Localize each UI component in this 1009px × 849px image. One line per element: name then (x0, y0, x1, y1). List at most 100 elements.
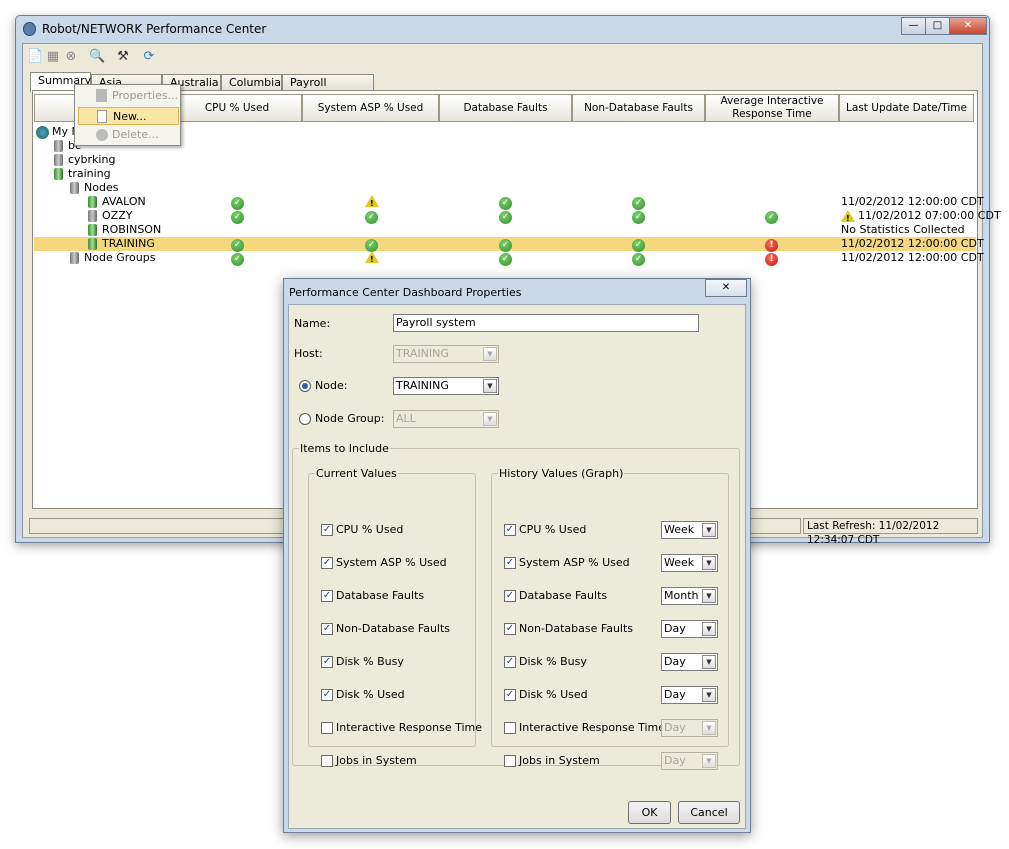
properties-dialog: Performance Center Dashboard Properties … (283, 278, 751, 833)
node-group-label: Node Group: (315, 412, 385, 425)
history-checkbox[interactable] (504, 722, 516, 734)
menu-item-properties[interactable]: Properties... (78, 87, 179, 105)
name-label: Name: (294, 317, 331, 330)
status-cell: ✓ (765, 209, 779, 224)
table-row[interactable]: OZZY ✓ ✓ ✓ ✓ ✓! 11/02/2012 07:00:00 CDT (34, 209, 1001, 224)
current-checkbox[interactable]: ✓ (321, 524, 333, 536)
tools-icon[interactable]: ⚒ (115, 49, 131, 65)
status-cell: ✓ (499, 209, 513, 224)
period-select[interactable]: Week ▼ (661, 521, 718, 539)
table-row[interactable]: Node Groups ✓! ✓ ✓! 11/02/2012 12:00:00 CDT (34, 251, 984, 266)
column-header[interactable]: Non-Database Faults (572, 94, 705, 122)
maximize-button[interactable]: □ (925, 17, 950, 35)
period-select[interactable]: Week ▼ (661, 554, 718, 572)
tree-label: training (68, 167, 111, 180)
table-row[interactable]: TRAINING ✓ ✓ ✓ ✓! 11/02/2012 12:00:00 CDT (34, 237, 984, 252)
current-item-label: System ASP % Used (336, 556, 447, 569)
current-values-group: Current Values (308, 467, 476, 747)
table-row[interactable]: training (34, 167, 976, 181)
last-update: 11/02/2012 12:00:00 CDT (841, 251, 984, 264)
tree-label: TRAINING (102, 237, 155, 250)
period-select[interactable]: Day ▼ (661, 686, 718, 704)
menu-item-delete[interactable]: Delete... (78, 126, 179, 144)
tab-payroll-system[interactable]: Payroll system (282, 74, 374, 104)
status-cell: ! (765, 237, 779, 252)
history-checkbox[interactable] (504, 755, 516, 767)
last-update: 11/02/2012 12:00:00 CDT (841, 237, 984, 250)
cancel-button[interactable]: Cancel (678, 801, 740, 824)
history-checkbox[interactable]: ✓ (504, 656, 516, 668)
node-radio[interactable] (299, 380, 311, 392)
ok-button[interactable]: OK (628, 801, 671, 824)
column-header-label: System ASP % Used (317, 101, 424, 114)
current-checkbox[interactable] (321, 755, 333, 767)
column-header[interactable]: Database Faults (439, 94, 572, 122)
check-icon: ✓ (231, 253, 244, 266)
delete-icon[interactable]: ⊗ (63, 49, 79, 65)
table-row[interactable]: cybrking (34, 153, 976, 167)
period-select[interactable]: Day ▼ (661, 752, 718, 770)
server-icon (88, 210, 97, 222)
period-value: Day (664, 721, 686, 734)
current-checkbox[interactable]: ✓ (321, 590, 333, 602)
status-cell: ✓ (632, 195, 646, 210)
warning-icon: ! (365, 251, 379, 264)
current-checkbox[interactable]: ✓ (321, 623, 333, 635)
status-cell: ✓ (231, 251, 245, 266)
column-header[interactable]: System ASP % Used (302, 94, 439, 122)
table-row[interactable]: ROBINSON No Statistics Collected (34, 223, 976, 237)
column-header-label: Average Interactive Response Time (720, 95, 824, 120)
tab-columbia[interactable]: Columbia (221, 74, 282, 91)
current-checkbox[interactable] (321, 722, 333, 734)
tree-label: AVALON (102, 195, 146, 208)
error-icon: ! (765, 253, 778, 266)
check-icon: ✓ (499, 253, 512, 266)
chevron-down-icon: ▼ (702, 655, 716, 669)
current-checkbox[interactable]: ✓ (321, 656, 333, 668)
name-input[interactable]: Payroll system (393, 314, 699, 332)
history-checkbox[interactable]: ✓ (504, 557, 516, 569)
column-header[interactable]: CPU % Used (172, 94, 302, 122)
status-cell: ✓ (499, 237, 513, 252)
history-checkbox[interactable]: ✓ (504, 689, 516, 701)
period-select[interactable]: Day ▼ (661, 719, 718, 737)
period-value: Day (664, 622, 686, 635)
dialog-title: Performance Center Dashboard Properties (289, 286, 522, 299)
new-icon[interactable]: 📄 (27, 49, 43, 65)
menu-item-new[interactable]: New... (78, 107, 179, 125)
check-icon: ✓ (632, 253, 645, 266)
history-checkbox[interactable]: ✓ (504, 524, 516, 536)
column-header[interactable]: Last Update Date/Time (839, 94, 974, 122)
current-checkbox[interactable]: ✓ (321, 557, 333, 569)
preview-icon[interactable]: 🔍 (89, 49, 105, 65)
period-select[interactable]: Day ▼ (661, 620, 718, 638)
table-row[interactable]: Nodes (34, 181, 976, 195)
chevron-down-icon: ▼ (483, 347, 497, 361)
history-item-label: Disk % Used (519, 688, 588, 701)
menu-label: New... (113, 110, 147, 123)
server-green-icon (88, 224, 97, 236)
table-row[interactable]: AVALON ✓! ✓ ✓ 11/02/2012 12:00:00 CDT (34, 195, 984, 210)
host-value: TRAINING (396, 347, 449, 360)
refresh-icon[interactable]: ⟳ (141, 49, 157, 65)
node-group-radio[interactable] (299, 413, 311, 425)
current-checkbox[interactable]: ✓ (321, 689, 333, 701)
node-select[interactable]: TRAINING ▼ (393, 377, 499, 395)
dialog-close-button[interactable]: ✕ (705, 279, 747, 297)
properties-icon[interactable]: ▦ (45, 49, 61, 65)
column-header[interactable]: Average Interactive Response Time (705, 94, 839, 122)
tree-label: cybrking (68, 153, 116, 166)
last-update: No Statistics Collected (841, 223, 965, 236)
status-cell: ✓ (632, 251, 646, 266)
host-select[interactable]: TRAINING ▼ (393, 345, 499, 363)
minimize-button[interactable]: — (901, 17, 926, 35)
close-button[interactable]: ✕ (949, 17, 987, 35)
period-select[interactable]: Month ▼ (661, 587, 718, 605)
history-checkbox[interactable]: ✓ (504, 623, 516, 635)
server-green-icon (88, 238, 97, 250)
history-checkbox[interactable]: ✓ (504, 590, 516, 602)
history-item-label: CPU % Used (519, 523, 587, 536)
title-bar: Robot/NETWORK Performance Center — □ ✕ (16, 16, 989, 43)
node-group-select[interactable]: ALL ▼ (393, 410, 499, 428)
period-select[interactable]: Day ▼ (661, 653, 718, 671)
